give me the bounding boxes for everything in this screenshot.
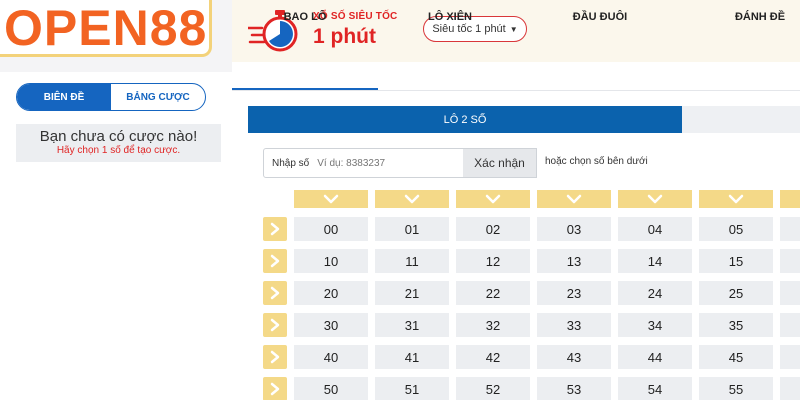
tab-danh-de[interactable]: ĐÁNH ĐỀ xyxy=(720,11,800,23)
number-cell[interactable]: 22 xyxy=(456,281,530,305)
number-cell[interactable]: 05 xyxy=(699,217,773,241)
empty-bet-message: Bạn chưa có cược nào! Hãy chọn 1 số để t… xyxy=(16,124,221,162)
row-select-chevron-right-icon[interactable] xyxy=(263,377,287,400)
number-cell[interactable]: 23 xyxy=(537,281,611,305)
confirm-button[interactable]: Xác nhận xyxy=(463,148,537,178)
number-cell[interactable]: 40 xyxy=(294,345,368,369)
hint-text: hoặc chọn số bên dưới xyxy=(545,156,648,167)
number-cell[interactable]: 24 xyxy=(618,281,692,305)
game-title: 1 phút xyxy=(313,25,376,48)
number-cell[interactable]: 15 xyxy=(699,249,773,273)
number-cell[interactable]: 42 xyxy=(456,345,530,369)
number-cell[interactable] xyxy=(780,281,800,305)
number-cell[interactable]: 55 xyxy=(699,377,773,400)
row-select-chevron-right-icon[interactable] xyxy=(263,281,287,305)
number-cell[interactable]: 43 xyxy=(537,345,611,369)
bet-slip-tabs: BIÊN ĐỀ BẢNG CƯỢC xyxy=(16,83,206,111)
caret-down-icon: ▼ xyxy=(509,24,518,34)
number-cell[interactable]: 41 xyxy=(375,345,449,369)
number-cell[interactable] xyxy=(780,345,800,369)
tab-bien-de[interactable]: BIÊN ĐỀ xyxy=(17,84,111,110)
number-cell[interactable]: 30 xyxy=(294,313,368,337)
number-input[interactable] xyxy=(317,157,458,169)
number-cell[interactable]: 04 xyxy=(618,217,692,241)
number-cell[interactable]: 25 xyxy=(699,281,773,305)
number-cell[interactable]: 53 xyxy=(537,377,611,400)
row-select-chevron-right-icon[interactable] xyxy=(263,345,287,369)
number-cell[interactable]: 13 xyxy=(537,249,611,273)
number-cell[interactable]: 21 xyxy=(375,281,449,305)
tab-bang-cuoc[interactable]: BẢNG CƯỢC xyxy=(111,84,205,110)
number-cell[interactable] xyxy=(780,217,800,241)
number-cell[interactable]: 34 xyxy=(618,313,692,337)
number-cell[interactable]: 51 xyxy=(375,377,449,400)
number-cell[interactable]: 44 xyxy=(618,345,692,369)
row-select-chevron-right-icon[interactable] xyxy=(263,217,287,241)
column-select-chevron-down-icon[interactable] xyxy=(456,190,530,208)
number-cell[interactable]: 10 xyxy=(294,249,368,273)
number-cell[interactable]: 03 xyxy=(537,217,611,241)
row-select-chevron-right-icon[interactable] xyxy=(263,313,287,337)
number-cell[interactable]: 02 xyxy=(456,217,530,241)
number-cell[interactable] xyxy=(780,313,800,337)
number-cell[interactable]: 01 xyxy=(375,217,449,241)
column-select-chevron-down-icon[interactable] xyxy=(699,190,773,208)
bet-slip-panel xyxy=(0,72,232,400)
number-cell[interactable]: 35 xyxy=(699,313,773,337)
number-cell[interactable]: 33 xyxy=(537,313,611,337)
number-cell[interactable]: 31 xyxy=(375,313,449,337)
number-cell[interactable] xyxy=(780,249,800,273)
number-cell[interactable]: 12 xyxy=(456,249,530,273)
logo: OPEN88 xyxy=(4,0,208,56)
logo-container: OPEN88 xyxy=(0,0,212,57)
column-select-chevron-down-icon[interactable] xyxy=(780,190,800,208)
active-tab-indicator xyxy=(232,88,378,90)
column-select-chevron-down-icon[interactable] xyxy=(375,190,449,208)
number-cell[interactable]: 50 xyxy=(294,377,368,400)
tab-dau-duoi[interactable]: ĐẦU ĐUÔI xyxy=(560,11,640,23)
tab-divider xyxy=(232,90,800,91)
number-cell[interactable]: 11 xyxy=(375,249,449,273)
number-cell[interactable] xyxy=(780,377,800,400)
tab-bao-lo[interactable]: BAO LÔ xyxy=(270,11,340,23)
number-input-label: Nhập số xyxy=(272,157,310,169)
number-cell[interactable]: 54 xyxy=(618,377,692,400)
number-cell[interactable]: 32 xyxy=(456,313,530,337)
column-select-chevron-down-icon[interactable] xyxy=(537,190,611,208)
number-cell[interactable]: 00 xyxy=(294,217,368,241)
column-select-chevron-down-icon[interactable] xyxy=(294,190,368,208)
number-cell[interactable]: 45 xyxy=(699,345,773,369)
column-select-chevron-down-icon[interactable] xyxy=(618,190,692,208)
number-cell[interactable]: 52 xyxy=(456,377,530,400)
empty-bet-subtitle: Hãy chọn 1 số để tạo cược. xyxy=(56,145,181,156)
number-cell[interactable]: 14 xyxy=(618,249,692,273)
empty-bet-title: Bạn chưa có cược nào! xyxy=(39,128,198,145)
subtab-lo-2-so[interactable]: LÔ 2 SỐ xyxy=(248,106,682,133)
dropdown-value: Siêu tốc 1 phút xyxy=(432,23,506,35)
hint-prefix: hoặc xyxy=(545,156,570,167)
number-cell[interactable]: 20 xyxy=(294,281,368,305)
row-select-chevron-right-icon[interactable] xyxy=(263,249,287,273)
tab-lo-xien[interactable]: LÔ XIÊN xyxy=(410,11,490,23)
hint-link: chọn số bên dưới xyxy=(569,156,648,167)
